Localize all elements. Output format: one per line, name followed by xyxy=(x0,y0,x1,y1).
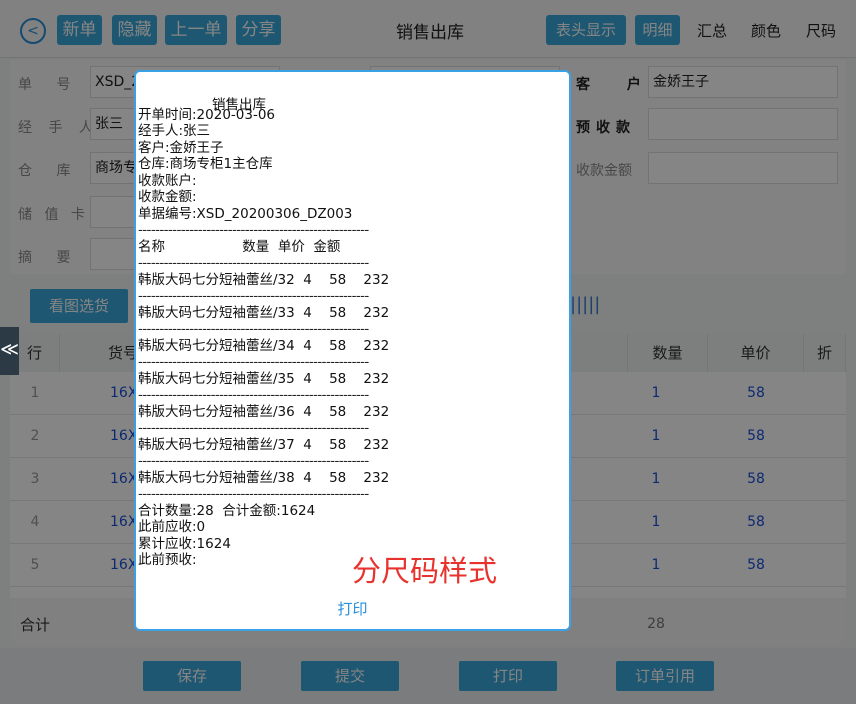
receipt-item: 韩版大码七分短袖蕾丝/38 4 58 232 xyxy=(138,469,390,486)
receipt-column-header: 名称 数量 单价 金额 xyxy=(138,238,341,255)
receipt-handler: 经手人:张三 xyxy=(138,123,211,139)
receipt-item: 韩版大码七分短袖蕾丝/34 4 58 232 xyxy=(138,337,390,354)
receipt-divider: ----------------------------------------… xyxy=(138,321,369,337)
receipt-title: 销售出库 xyxy=(212,97,266,113)
print-preview-dialog: 销售出库 开单时间:2020-03-06 经手人:张三 客户:金娇王子 仓库:商… xyxy=(134,70,571,631)
receipt-item: 韩版大码七分短袖蕾丝/33 4 58 232 xyxy=(138,304,390,321)
receipt-divider: ----------------------------------------… xyxy=(138,255,369,271)
receipt-item: 韩版大码七分短袖蕾丝/37 4 58 232 xyxy=(138,436,390,453)
dialog-print-button[interactable]: 打印 xyxy=(136,598,569,619)
receipt-divider: ----------------------------------------… xyxy=(138,354,369,370)
receipt-preview[interactable]: 销售出库 开单时间:2020-03-06 经手人:张三 客户:金娇王子 仓库:商… xyxy=(138,90,558,580)
receipt-account: 收款账户: xyxy=(138,172,197,189)
collapse-sidebar-icon[interactable]: ≪ xyxy=(0,327,19,375)
receipt-item: 韩版大码七分短袖蕾丝/35 4 58 232 xyxy=(138,370,390,387)
receipt-totals: 合计数量:28 合计金额:1624 xyxy=(138,502,316,519)
receipt-divider: ----------------------------------------… xyxy=(138,453,369,469)
receipt-prev-receivable: 此前应收:0 xyxy=(138,519,206,535)
receipt-divider: ----------------------------------------… xyxy=(138,420,369,436)
receipt-divider: ----------------------------------------… xyxy=(138,387,369,403)
receipt-open-time: 开单时间:2020-03-06 xyxy=(138,106,276,123)
receipt-item: 韩版大码七分短袖蕾丝/32 4 58 232 xyxy=(138,271,390,288)
receipt-divider: ----------------------------------------… xyxy=(138,222,369,238)
receipt-divider: ----------------------------------------… xyxy=(138,486,369,502)
receipt-warehouse: 仓库:商场专柜1主仓库 xyxy=(138,156,273,172)
receipt-customer: 客户:金娇王子 xyxy=(138,139,224,156)
receipt-divider: ----------------------------------------… xyxy=(138,288,369,304)
receipt-doc-no: 单据编号:XSD_20200306_DZ003 xyxy=(138,205,353,222)
receipt-amount: 收款金额: xyxy=(138,189,197,205)
size-style-annotation: 分尺码样式 xyxy=(352,554,498,588)
receipt-item: 韩版大码七分短袖蕾丝/36 4 58 232 xyxy=(138,403,390,420)
